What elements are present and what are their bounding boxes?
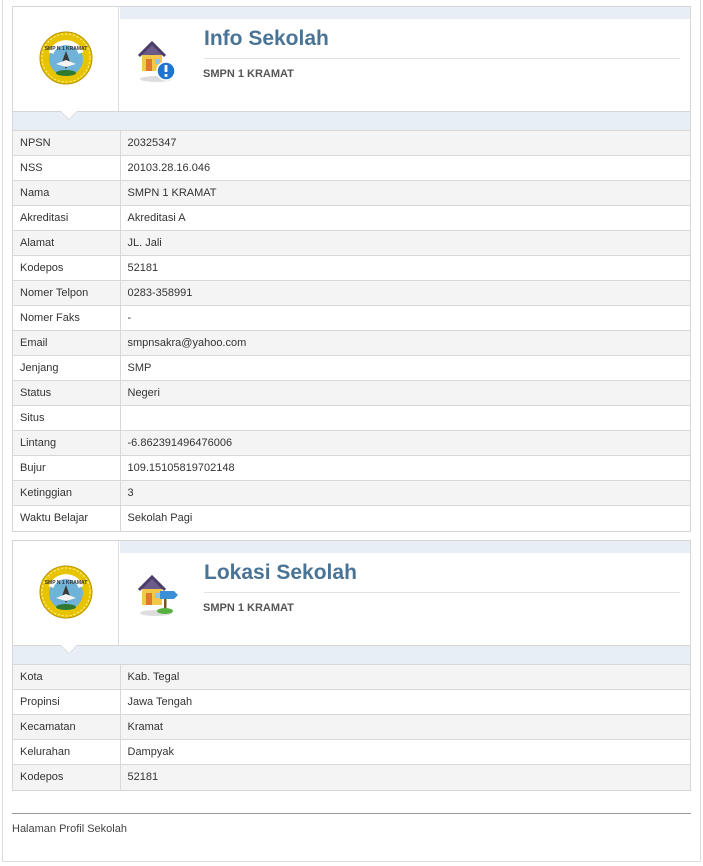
- header-strip: [120, 541, 690, 553]
- row-value: SMP: [120, 355, 690, 381]
- row-label: Kelurahan: [13, 739, 121, 765]
- info-table-body: NPSN 20325347 NSS 20103.28.16.046 Nama SMPN 1…: [13, 130, 690, 531]
- header-strip: [120, 7, 690, 19]
- info-header: SMP N 1 KRAMAT Info Sekolah SMPN 1 KRAMA…: [13, 7, 690, 111]
- table-row: Jenjang SMP: [13, 355, 690, 381]
- header-band: [13, 645, 690, 664]
- house-location-icon: [138, 575, 178, 616]
- row-value: SMPN 1 KRAMAT: [120, 180, 690, 206]
- row-value: 52181: [120, 255, 690, 281]
- lokasi-table-body: Kota Kab. Tegal Propinsi Jawa Tengah Kecamat…: [13, 664, 690, 790]
- lokasi-header: SMP N 1 KRAMAT Lokasi Sekolah SMPN 1 KRA…: [13, 541, 690, 645]
- row-label: Propinsi: [13, 689, 121, 715]
- table-row: Alamat JL. Jali: [13, 230, 690, 256]
- row-value: 52181: [120, 764, 690, 790]
- row-label: Nomer Faks: [13, 305, 121, 331]
- school-emblem-icon: SMP N 1 KRAMAT: [39, 565, 93, 619]
- row-label: NSS: [13, 155, 121, 181]
- table-row: Waktu Belajar Sekolah Pagi: [13, 505, 690, 531]
- table-row: Kota Kab. Tegal: [13, 664, 690, 690]
- row-value: -: [120, 305, 690, 331]
- row-value: Kramat: [120, 714, 690, 740]
- school-logo-cell: SMP N 1 KRAMAT: [13, 541, 119, 645]
- row-value: Negeri: [120, 380, 690, 406]
- lokasi-header-body: Lokasi Sekolah SMPN 1 KRAMAT: [120, 541, 690, 645]
- table-row: Propinsi Jawa Tengah: [13, 689, 690, 715]
- row-value: [120, 405, 690, 431]
- table-row: Kelurahan Dampyak: [13, 739, 690, 765]
- row-value: Dampyak: [120, 739, 690, 765]
- pointer: [61, 645, 77, 653]
- row-label: Kecamatan: [13, 714, 121, 740]
- title-divider: [204, 58, 680, 59]
- row-value: 109.15105819702148: [120, 455, 690, 481]
- table-row: Nomer Telpon 0283-358991: [13, 280, 690, 306]
- table-row: Situs: [13, 405, 690, 431]
- info-sekolah-panel: SMP N 1 KRAMAT Info Sekolah SMPN 1 KRAMA…: [12, 6, 691, 532]
- row-label: Status: [13, 380, 121, 406]
- row-value: -6.862391496476006: [120, 430, 690, 456]
- school-emblem-icon: SMP N 1 KRAMAT: [39, 31, 93, 85]
- row-value: Kab. Tegal: [120, 664, 690, 690]
- row-label: NPSN: [13, 130, 121, 156]
- table-row: NSS 20103.28.16.046: [13, 155, 690, 181]
- panel-title: Lokasi Sekolah: [204, 561, 357, 584]
- info-table: NPSN 20325347 NSS 20103.28.16.046 Nama SMPN 1…: [13, 130, 690, 531]
- table-row: Email smpnsakra@yahoo.com: [13, 330, 690, 356]
- row-label: Alamat: [13, 230, 121, 256]
- table-row: Kodepos 52181: [13, 764, 690, 790]
- table-row: Kodepos 52181: [13, 255, 690, 281]
- table-row: Ketinggian 3: [13, 480, 690, 506]
- row-value: 0283-358991: [120, 280, 690, 306]
- table-row: Nomer Faks -: [13, 305, 690, 331]
- row-label: Email: [13, 330, 121, 356]
- row-label: Waktu Belajar: [13, 505, 121, 531]
- table-row: NPSN 20325347: [13, 130, 690, 156]
- header-band: [13, 111, 690, 130]
- row-value: 20103.28.16.046: [120, 155, 690, 181]
- row-label: Bujur: [13, 455, 121, 481]
- lokasi-table: Kota Kab. Tegal Propinsi Jawa Tengah Kecamat…: [13, 664, 690, 790]
- table-row: Nama SMPN 1 KRAMAT: [13, 180, 690, 206]
- row-label: Kodepos: [13, 764, 121, 790]
- row-value: Sekolah Pagi: [120, 505, 690, 531]
- pointer: [61, 111, 77, 119]
- panel-subtitle: SMPN 1 KRAMAT: [203, 68, 294, 80]
- panel-title: Info Sekolah: [204, 27, 329, 50]
- row-label: Kodepos: [13, 255, 121, 281]
- table-row: Lintang -6.862391496476006: [13, 430, 690, 456]
- row-label: Nomer Telpon: [13, 280, 121, 306]
- row-label: Lintang: [13, 430, 121, 456]
- row-label: Ketinggian: [13, 480, 121, 506]
- table-row: Status Negeri: [13, 380, 690, 406]
- row-label: Kota: [13, 664, 121, 690]
- info-header-body: Info Sekolah SMPN 1 KRAMAT: [120, 7, 690, 111]
- lokasi-sekolah-panel: SMP N 1 KRAMAT Lokasi Sekolah SMPN 1 KRA…: [12, 540, 691, 791]
- table-row: Bujur 109.15105819702148: [13, 455, 690, 481]
- row-label: Jenjang: [13, 355, 121, 381]
- table-row: Kecamatan Kramat: [13, 714, 690, 740]
- footer-text: Halaman Profil Sekolah: [12, 823, 127, 835]
- row-value: Jawa Tengah: [120, 689, 690, 715]
- row-value: 3: [120, 480, 690, 506]
- row-label: Nama: [13, 180, 121, 206]
- row-label: Situs: [13, 405, 121, 431]
- row-label: Akreditasi: [13, 205, 121, 231]
- row-value: smpnsakra@yahoo.com: [120, 330, 690, 356]
- school-logo-cell: SMP N 1 KRAMAT: [13, 7, 119, 111]
- footer-divider: [12, 813, 691, 814]
- house-info-icon: [138, 41, 176, 82]
- panel-subtitle: SMPN 1 KRAMAT: [203, 602, 294, 614]
- row-value: Akreditasi A: [120, 205, 690, 231]
- table-row: Akreditasi Akreditasi A: [13, 205, 690, 231]
- title-divider: [204, 592, 680, 593]
- row-value: 20325347: [120, 130, 690, 156]
- row-value: JL. Jali: [120, 230, 690, 256]
